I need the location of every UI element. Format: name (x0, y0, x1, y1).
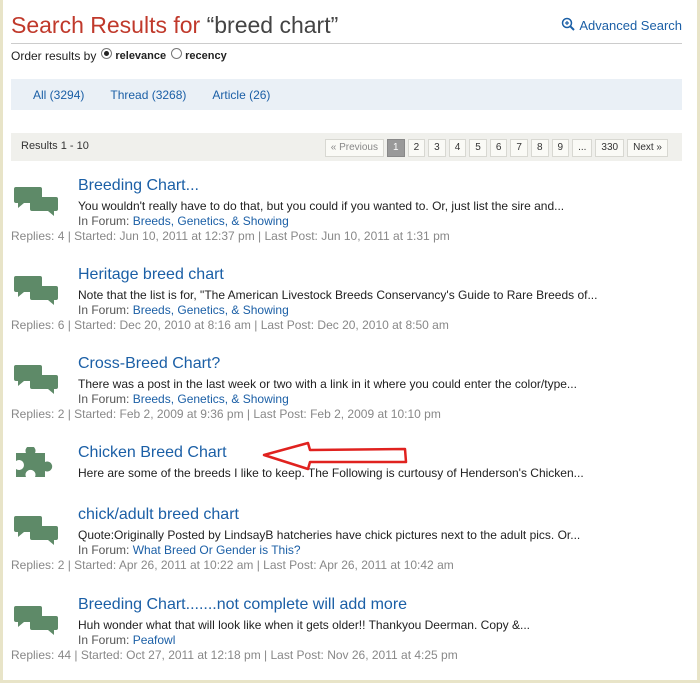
tab-article[interactable]: Article (26) (212, 88, 270, 102)
pager-page-9[interactable]: 9 (551, 139, 570, 157)
pager-page-3[interactable]: 3 (428, 139, 446, 157)
result-title-link[interactable]: Breeding Chart... (78, 177, 199, 195)
forum-link[interactable]: Peafowl (133, 633, 176, 647)
page-title-prefix: Search Results for (11, 12, 207, 38)
pager-page-5[interactable]: 5 (469, 139, 487, 157)
relevance-label: relevance (115, 50, 167, 62)
search-result: Cross-Breed Chart? There was a post in t… (0, 355, 700, 425)
result-snippet: There was a post in the last week or two… (78, 377, 577, 391)
result-meta: Replies: 4 | Started: Jun 10, 2011 at 12… (11, 229, 450, 243)
result-forum: In Forum: Breeds, Genetics, & Showing (78, 214, 289, 228)
result-forum: In Forum: Peafowl (78, 633, 175, 647)
thread-icon (12, 185, 60, 217)
pager-ellipsis: ... (572, 139, 593, 157)
pager-page-7[interactable]: 7 (510, 139, 528, 157)
search-result: Breeding Chart.......not complete will a… (0, 596, 700, 666)
forum-link[interactable]: What Breed Or Gender is This? (133, 543, 301, 557)
result-meta: Replies: 2 | Started: Apr 26, 2011 at 10… (11, 558, 454, 572)
frame-left-border (0, 0, 3, 683)
page-title: Search Results for “breed chart” (11, 12, 338, 39)
result-title-link[interactable]: Heritage breed chart (78, 266, 224, 284)
tab-thread[interactable]: Thread (3268) (110, 88, 186, 102)
advanced-search-label: Advanced Search (579, 18, 682, 33)
order-results: Order results by relevance recency (11, 47, 227, 63)
pagination: « Previous 1 2 3 4 5 6 7 8 9 ... 330 Nex… (324, 139, 668, 157)
title-divider (11, 43, 682, 44)
result-forum: In Forum: What Breed Or Gender is This? (78, 543, 301, 557)
advanced-search-link[interactable]: Advanced Search (561, 17, 682, 34)
result-snippet: Quote:Originally Posted by LindsayB hatc… (78, 528, 581, 542)
pager-page-6[interactable]: 6 (489, 139, 508, 157)
red-arrow-annotation (262, 441, 408, 471)
search-result: chick/adult breed chart Quote:Originally… (0, 506, 700, 576)
search-result: Breeding Chart... You wouldn't really ha… (0, 177, 700, 247)
magnifier-plus-icon (561, 17, 576, 34)
thread-icon (12, 514, 60, 546)
pager-page-1[interactable]: 1 (387, 139, 405, 157)
forum-link[interactable]: Breeds, Genetics, & Showing (133, 303, 289, 317)
tab-all[interactable]: All (3294) (33, 88, 84, 102)
result-forum: In Forum: Breeds, Genetics, & Showing (78, 303, 289, 317)
forum-label: In Forum: (78, 303, 133, 317)
result-meta: Replies: 2 | Started: Feb 2, 2009 at 9:3… (11, 407, 441, 421)
result-title-link[interactable]: Cross-Breed Chart? (78, 355, 220, 373)
pager-page-2[interactable]: 2 (407, 139, 426, 157)
order-label: Order results by (11, 49, 97, 63)
recency-radio[interactable] (171, 47, 183, 59)
forum-link[interactable]: Breeds, Genetics, & Showing (133, 392, 289, 406)
page-title-query: “breed chart” (206, 12, 339, 38)
pager-page-4[interactable]: 4 (448, 139, 467, 157)
result-title-link[interactable]: Chicken Breed Chart (78, 444, 227, 462)
result-title-link[interactable]: Breeding Chart.......not complete will a… (78, 596, 407, 614)
pager-previous[interactable]: « Previous (324, 139, 384, 157)
search-result: Heritage breed chart Note that the list … (0, 266, 700, 336)
forum-label: In Forum: (78, 214, 133, 228)
pager-page-8[interactable]: 8 (530, 139, 549, 157)
result-forum: In Forum: Breeds, Genetics, & Showing (78, 392, 289, 406)
forum-label: In Forum: (78, 633, 133, 647)
thread-icon (12, 274, 60, 306)
forum-label: In Forum: (78, 392, 133, 406)
result-meta: Replies: 44 | Started: Oct 27, 2011 at 1… (11, 648, 458, 662)
pager-next[interactable]: Next » (627, 139, 668, 157)
results-count: Results 1 - 10 (21, 140, 89, 152)
forum-link[interactable]: Breeds, Genetics, & Showing (133, 214, 289, 228)
puzzle-piece-icon (12, 445, 60, 479)
relevance-radio[interactable] (101, 47, 113, 59)
result-title-link[interactable]: chick/adult breed chart (78, 506, 239, 524)
result-snippet: Huh wonder what that will look like when… (78, 618, 531, 632)
results-bar: Results 1 - 10 « Previous 1 2 3 4 5 6 7 … (11, 133, 682, 161)
result-meta: Replies: 6 | Started: Dec 20, 2010 at 8:… (11, 318, 449, 332)
recency-label: recency (185, 50, 227, 62)
thread-icon (12, 363, 60, 395)
result-snippet: Note that the list is for, "The American… (78, 288, 598, 302)
thread-icon (12, 604, 60, 636)
forum-label: In Forum: (78, 543, 133, 557)
result-snippet: You wouldn't really have to do that, but… (78, 199, 565, 213)
result-type-tabs: All (3294) Thread (3268) Article (26) (11, 79, 682, 110)
pager-page-330[interactable]: 330 (595, 139, 625, 157)
